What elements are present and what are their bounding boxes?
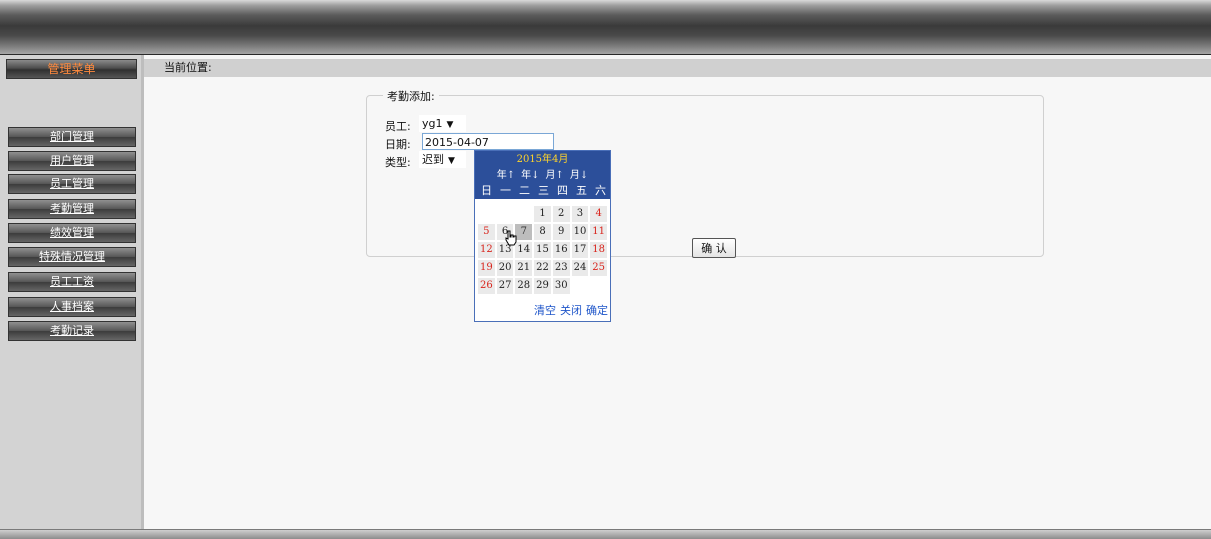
- calendar-weekdays: 日一二三四五六: [475, 183, 610, 199]
- sidebar-item-attendance[interactable]: 考勤管理: [8, 199, 136, 219]
- employee-select-value: yg1: [422, 117, 443, 130]
- weekday-label: 四: [557, 184, 568, 197]
- calendar-day[interactable]: 23: [552, 260, 570, 276]
- sidebar-item-personnel-files[interactable]: 人事档案: [8, 297, 136, 317]
- date-input[interactable]: 2015-04-07: [422, 133, 554, 150]
- type-label: 类型:: [385, 156, 411, 169]
- sidebar-item-special-cases[interactable]: 特殊情况管理: [8, 247, 136, 267]
- calendar-day[interactable]: 29: [534, 278, 551, 294]
- calendar-day[interactable]: 30: [552, 278, 570, 294]
- calendar-day[interactable]: 18: [590, 242, 608, 258]
- calendar-day[interactable]: 27: [496, 278, 514, 294]
- sidebar-item-performance[interactable]: 绩效管理: [8, 223, 136, 243]
- calendar-empty-cell: [515, 206, 533, 222]
- date-picker-popup: 2015年4月 年↑ 年↓ 月↑ 月↓ 日一二三四五六 1 2 3 4 5 6 7 8 9 10 11 12…: [474, 150, 611, 322]
- calendar-day[interactable]: 16: [552, 242, 570, 258]
- sidebar-header: 管理菜单: [6, 59, 137, 79]
- calendar-day[interactable]: 8: [534, 224, 551, 240]
- weekday-label: 一: [500, 184, 511, 197]
- calendar-day[interactable]: 28: [515, 278, 533, 294]
- type-select-value: 迟到: [422, 153, 444, 166]
- sidebar-item-attendance-records[interactable]: 考勤记录: [8, 321, 136, 341]
- calendar-day[interactable]: 26: [478, 278, 495, 294]
- calendar-week-row: 5 6 7 8 9 10 11: [477, 223, 608, 241]
- calendar-day[interactable]: 24: [571, 260, 589, 276]
- calendar-day[interactable]: 15: [534, 242, 551, 258]
- calendar-week-row: 12 13 14 15 16 17 18: [477, 241, 608, 259]
- calendar-grid: 1 2 3 4 5 6 7 8 9 10 11 12 13 14 15 16 17 18 19 20 21 22 23 24 2…: [477, 205, 608, 295]
- sidebar-item-users[interactable]: 用户管理: [8, 151, 136, 171]
- form-legend: 考勤添加:: [383, 88, 439, 104]
- calendar-nav: 年↑ 年↓ 月↑ 月↓: [475, 168, 610, 183]
- calendar-day[interactable]: 12: [478, 242, 495, 258]
- calendar-day[interactable]: 5: [478, 224, 495, 240]
- breadcrumb: 当前位置:: [144, 59, 1211, 77]
- chevron-down-icon: ▼: [446, 120, 454, 130]
- calendar-day[interactable]: 3: [571, 206, 589, 222]
- calendar-empty-cell: [590, 278, 608, 294]
- month-down-button[interactable]: 月↓: [570, 170, 588, 181]
- calendar-clear-button[interactable]: 清空: [534, 304, 556, 317]
- calendar-day[interactable]: 11: [590, 224, 608, 240]
- weekday-label: 六: [595, 184, 606, 197]
- calendar-footer: 清空 关闭 确定: [530, 302, 608, 318]
- calendar-week-row: 26 27 28 29 30: [477, 277, 608, 295]
- calendar-empty-cell: [496, 206, 514, 222]
- calendar-day[interactable]: 19: [478, 260, 495, 276]
- calendar-week-row: 19 20 21 22 23 24 25: [477, 259, 608, 277]
- sidebar: 管理菜单 部门管理 用户管理 员工管理 考勤管理 绩效管理 特殊情况管理 员工工…: [0, 55, 144, 529]
- calendar-day[interactable]: 1: [534, 206, 551, 222]
- calendar-empty-cell: [571, 278, 589, 294]
- calendar-day[interactable]: 2: [552, 206, 570, 222]
- attendance-add-form: 考勤添加: 员工: yg1 ▼ 日期: 2015-04-07 类型: 迟到 ▼ 确 …: [366, 88, 1044, 258]
- top-banner: [0, 0, 1211, 55]
- month-up-button[interactable]: 月↑: [546, 170, 564, 181]
- employee-label: 员工:: [385, 120, 411, 133]
- calendar-ok-button[interactable]: 确定: [586, 304, 608, 317]
- year-down-button[interactable]: 年↓: [521, 170, 539, 181]
- calendar-day[interactable]: 17: [571, 242, 589, 258]
- calendar-day[interactable]: 20: [496, 260, 514, 276]
- calendar-day[interactable]: 10: [571, 224, 589, 240]
- calendar-week-row: 1234: [477, 205, 608, 223]
- calendar-title: 2015年4月: [475, 151, 610, 168]
- main-content: 当前位置: 考勤添加: 员工: yg1 ▼ 日期: 2015-04-07 类型: …: [144, 55, 1211, 529]
- calendar-empty-cell: [478, 206, 495, 222]
- calendar-day[interactable]: 4: [590, 206, 608, 222]
- chevron-down-icon: ▼: [448, 156, 455, 166]
- weekday-label: 日: [481, 184, 492, 197]
- weekday-label: 五: [576, 184, 587, 197]
- sidebar-item-salary[interactable]: 员工工资: [8, 272, 136, 292]
- sidebar-item-department[interactable]: 部门管理: [8, 127, 136, 147]
- year-up-button[interactable]: 年↑: [497, 170, 515, 181]
- calendar-day[interactable]: 9: [552, 224, 570, 240]
- weekday-label: 二: [519, 184, 530, 197]
- calendar-day[interactable]: 22: [534, 260, 551, 276]
- weekday-label: 三: [538, 184, 549, 197]
- calendar-day[interactable]: 25: [590, 260, 608, 276]
- date-label: 日期:: [385, 138, 411, 151]
- calendar-close-button[interactable]: 关闭: [560, 304, 582, 317]
- sidebar-item-employees[interactable]: 员工管理: [8, 174, 136, 194]
- hand-cursor-icon: [505, 230, 517, 246]
- calendar-day[interactable]: 21: [515, 260, 533, 276]
- confirm-button[interactable]: 确 认: [692, 238, 736, 258]
- type-select[interactable]: 迟到 ▼: [419, 151, 466, 168]
- employee-select[interactable]: yg1 ▼: [419, 115, 466, 132]
